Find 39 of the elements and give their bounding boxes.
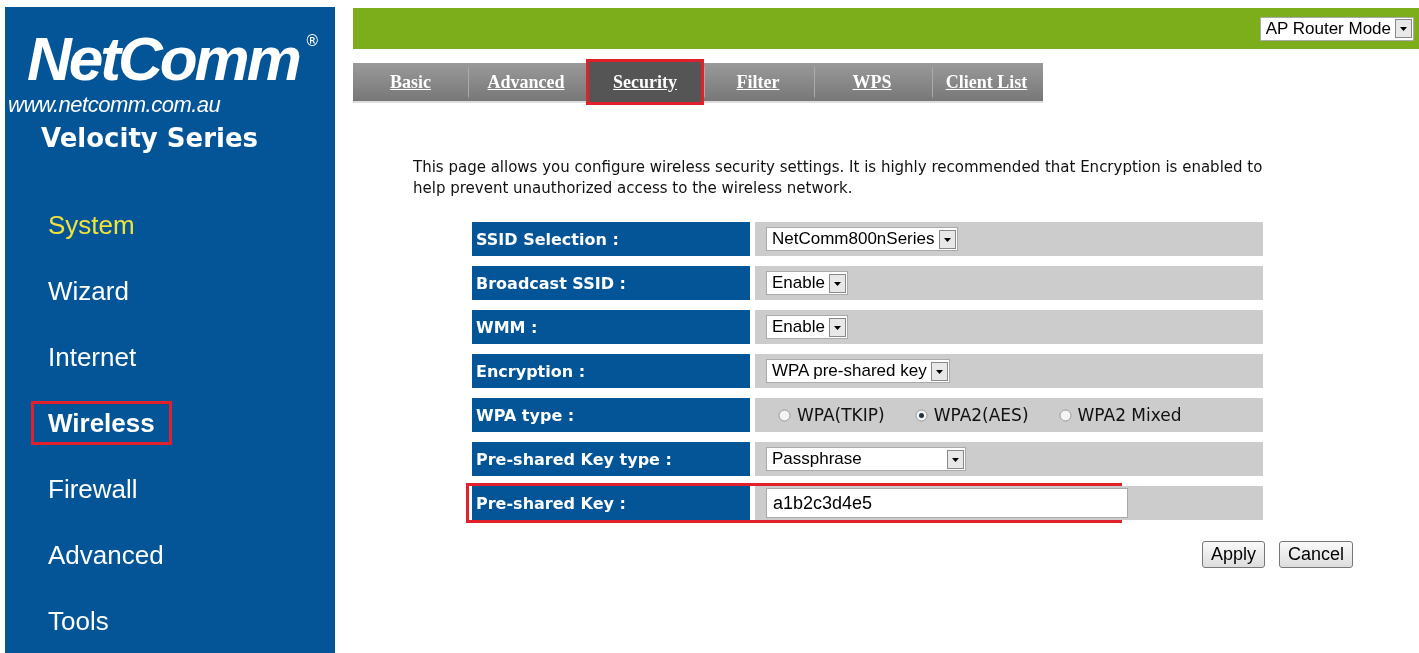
radio-option[interactable]: WPA(TKIP)	[778, 405, 885, 425]
radio-option[interactable]: WPA2(AES)	[914, 405, 1029, 425]
setting-label: WMM :	[472, 310, 750, 344]
setting-label: Encryption :	[472, 354, 750, 388]
tab[interactable]: Security	[586, 59, 704, 105]
dropdown-select[interactable]: Enable	[766, 271, 848, 295]
setting-label: Pre-shared Key :	[472, 486, 750, 520]
dropdown-select[interactable]: NetComm800nSeries	[766, 227, 958, 251]
radio-button[interactable]	[1058, 408, 1072, 422]
mode-select[interactable]: AP Router Mode	[1259, 16, 1414, 41]
tab[interactable]: Client List	[932, 65, 1043, 99]
setting-label: WPA type :	[472, 398, 750, 432]
sidebar-item[interactable]: Wireless	[31, 401, 172, 445]
description-text: This page allows you configure wireless security settings. It is highly recommended that Encryption is enabled to help prevent unauthorized access to the wireless network.	[413, 157, 1264, 199]
dropdown-select[interactable]: Passphrase	[766, 447, 966, 471]
dropdown-select[interactable]: WPA pre-shared key	[766, 359, 950, 383]
tab[interactable]: Filter	[704, 65, 814, 99]
radio-button[interactable]	[778, 408, 791, 422]
apply-button[interactable]: Apply	[1201, 541, 1265, 568]
series-title: Velocity Series	[40, 123, 259, 153]
tab[interactable]: WPS	[814, 65, 932, 99]
setting-label: SSID Selection :	[472, 222, 750, 256]
radio-button[interactable]	[914, 408, 928, 422]
tab[interactable]: Basic	[353, 65, 468, 99]
dropdown-select[interactable]: Enable	[766, 315, 848, 339]
sidebar-item[interactable]: Internet	[31, 335, 154, 379]
website-url: www.netcomm.com.au	[7, 93, 221, 117]
brand-logo: NetComm	[27, 25, 299, 93]
radio-option[interactable]: WPA2 Mixed	[1058, 405, 1182, 425]
sidebar-item[interactable]: Wizard	[31, 269, 146, 313]
cancel-button[interactable]: Cancel	[1278, 541, 1353, 568]
setting-label: Pre-shared Key type :	[472, 442, 750, 476]
sidebar-item[interactable]: System	[31, 203, 152, 247]
sidebar-item[interactable]: Firewall	[31, 467, 155, 511]
key-input-field[interactable]: a1b2c3d4e5	[766, 488, 1128, 518]
sidebar-item[interactable]: Tools	[31, 599, 126, 643]
sidebar-item[interactable]: Advanced	[31, 533, 181, 577]
setting-label: Broadcast SSID :	[472, 266, 750, 300]
registered-mark: ®	[304, 31, 320, 51]
